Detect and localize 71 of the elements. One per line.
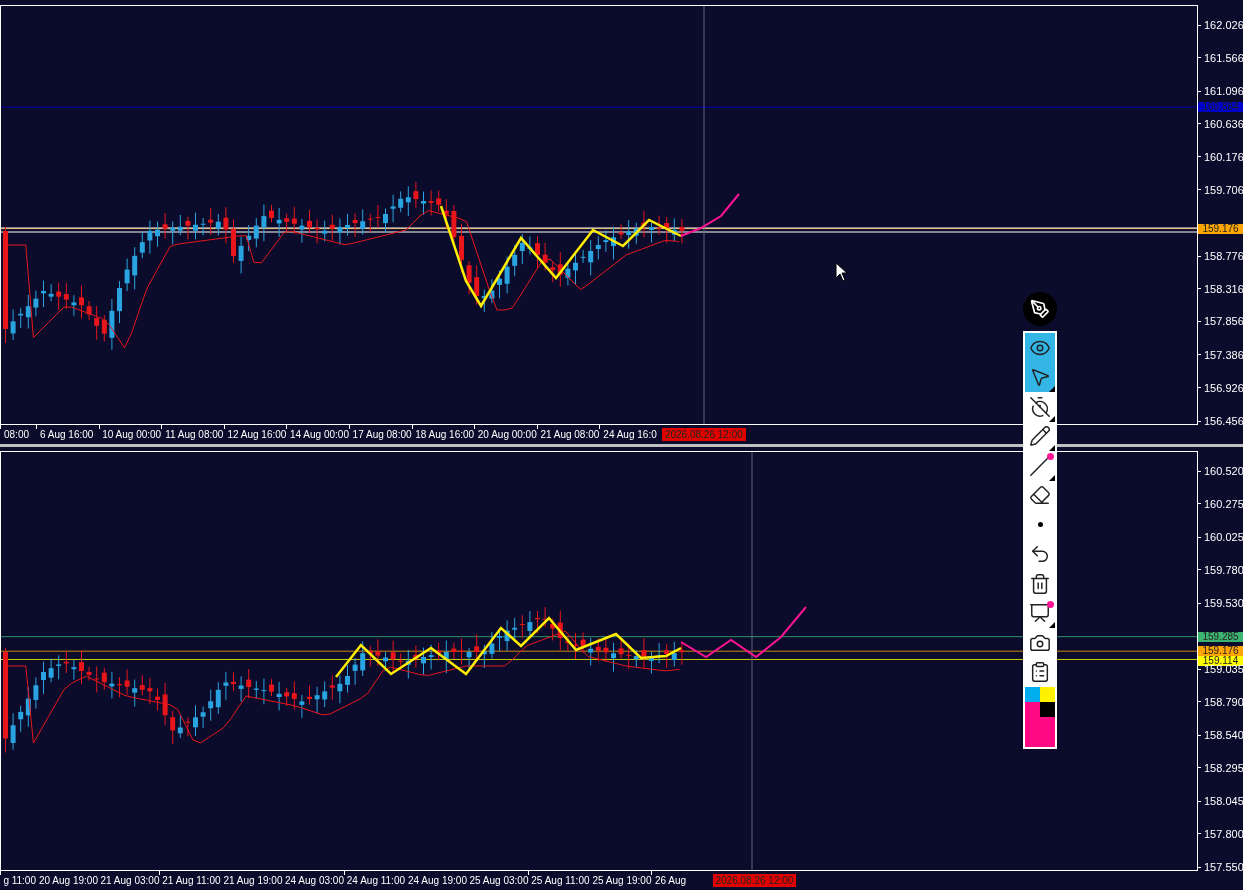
- price-axis-label: 158.316: [1204, 283, 1243, 294]
- price-axis-label: 156.456: [1204, 416, 1243, 426]
- price-axis-label: 160.520: [1204, 466, 1243, 476]
- eraser-icon: [1029, 484, 1051, 507]
- time-axis-label: 25 Aug 19:00: [591, 874, 652, 888]
- price-axis-label: 157.550: [1204, 862, 1243, 872]
- cursor-time-label: 2026.08.26 12:00: [661, 427, 746, 441]
- tool-button[interactable]: [1025, 362, 1055, 392]
- time-axis-label: 08:00: [3, 428, 30, 442]
- easel-icon: [1029, 602, 1051, 625]
- time-axis-label: 24 Aug 03:00: [284, 874, 344, 888]
- price-axis-label: 158.540: [1204, 730, 1243, 740]
- color-swatch[interactable]: [1025, 717, 1055, 747]
- time-axis-label: 18 Aug 16:00: [414, 428, 475, 442]
- time-axis-label: 14 Aug 00:00: [289, 428, 349, 442]
- pen-button[interactable]: [1023, 292, 1057, 326]
- price-axis-label: 158.790: [1204, 696, 1243, 707]
- time-axis-label: 10 Aug 00:00: [101, 428, 162, 442]
- time-axis-label: 17 Aug 08:00: [351, 428, 412, 442]
- price-axis-label: 161.566: [1204, 52, 1243, 63]
- trash-icon: [1029, 572, 1051, 595]
- time-axis-label: 11 Aug 08:00: [164, 428, 224, 442]
- color-swatch[interactable]: [1025, 687, 1040, 702]
- time-axis-label: 6 Aug 16:00: [39, 428, 94, 442]
- price-axis-label: 159.706: [1204, 184, 1243, 195]
- time-axis-label: 25 Aug 03:00: [468, 874, 529, 888]
- price-axis-label: 157.800: [1204, 828, 1243, 839]
- color-swatch[interactable]: [1025, 702, 1040, 717]
- price-axis-label: 160.636: [1204, 118, 1243, 129]
- time-axis-label: 21 Aug 08:00: [539, 428, 600, 442]
- time-axis-label: 20 Aug 19:00: [38, 874, 98, 888]
- forecast-curve: [680, 193, 740, 237]
- time-axis-label: 12 Aug 16:00: [226, 428, 287, 442]
- time-axis-label: g 11:00: [2, 874, 36, 888]
- price-axis-label: 157.856: [1204, 316, 1243, 327]
- time-axis-label: 24 Aug 16:0: [602, 428, 657, 442]
- price-axis-label: 157.386: [1204, 349, 1243, 360]
- tool-button[interactable]: [1025, 333, 1055, 363]
- stopwatch-off-icon: [1029, 395, 1051, 418]
- time-axis-label: 21 Aug 19:00: [222, 874, 283, 888]
- pencil-icon: [1029, 425, 1051, 448]
- pointer-icon: [1029, 366, 1051, 389]
- price-tag: 159.285: [1198, 631, 1243, 642]
- price-axis-label: 158.776: [1204, 251, 1243, 262]
- price-tag: 159.176: [1198, 223, 1243, 234]
- time-axis-label: 24 Aug 19:00: [407, 874, 467, 888]
- cursor-time-label: 2026.08.26 12:00: [712, 873, 797, 887]
- color-swatch[interactable]: [1040, 702, 1055, 717]
- clipboard-icon: [1029, 661, 1051, 684]
- price-axis-label: 160.275: [1204, 498, 1243, 509]
- time-axis-label: 24 Aug 11:00: [345, 874, 405, 888]
- price-tag: 160.884: [1198, 102, 1243, 113]
- price-axis-label: 158.045: [1204, 796, 1243, 806]
- price-axis-label: 160.176: [1204, 151, 1243, 162]
- price-axis-label: 159.035: [1204, 664, 1243, 674]
- price-axis-label: 156.926: [1204, 382, 1243, 393]
- price-tag: 159.176: [1198, 646, 1243, 657]
- time-axis-label: 21 Aug 11:00: [161, 874, 221, 888]
- time-axis-label: 26 Aug: [654, 874, 687, 888]
- color-swatch[interactable]: [1040, 687, 1055, 702]
- time-axis-label: 25 Aug 11:00: [530, 874, 590, 888]
- time-axis-label: 21 Aug 03:00: [99, 874, 160, 888]
- pen-nib-icon: [1030, 299, 1050, 319]
- price-axis-label: 161.096: [1204, 86, 1243, 97]
- price-axis-label: 159.530: [1204, 598, 1243, 608]
- mouse-cursor-icon: [835, 262, 848, 282]
- price-axis-label: 159.780: [1204, 564, 1243, 575]
- price-axis-label: 158.295: [1204, 762, 1243, 773]
- price-axis-label: 162.026: [1204, 20, 1243, 30]
- time-axis-label: 20 Aug 00:00: [476, 428, 537, 442]
- price-axis-label: 160.025: [1204, 532, 1243, 542]
